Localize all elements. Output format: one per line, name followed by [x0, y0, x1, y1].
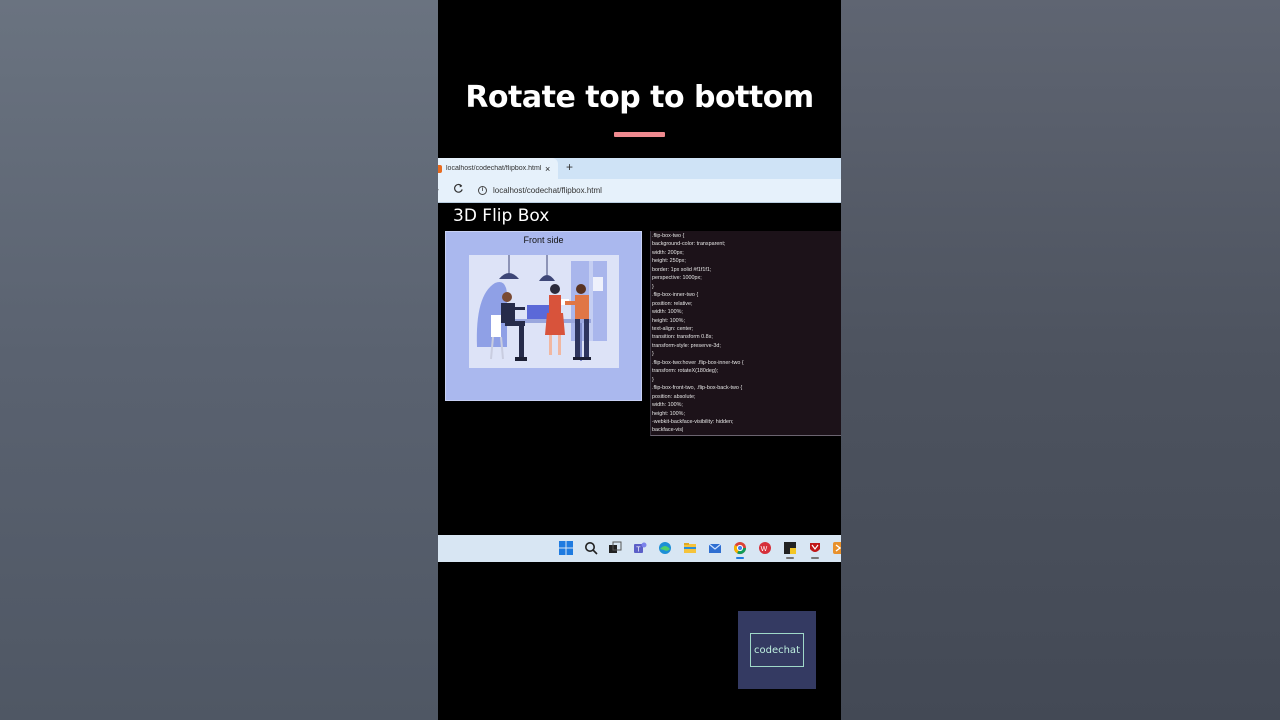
mcafee-icon[interactable]: [808, 541, 822, 559]
wps-office-icon[interactable]: W: [758, 541, 772, 555]
reload-icon[interactable]: [453, 183, 464, 197]
active-indicator: [736, 557, 744, 559]
close-tab-icon[interactable]: ×: [545, 164, 550, 174]
video-headline: Rotate top to bottom: [465, 80, 814, 115]
browser-toolbar: › i localhost/codechat/flipbox.html: [438, 179, 841, 203]
app-icon[interactable]: [832, 541, 841, 555]
browser-tab[interactable]: localhost/codechat/flipbox.html ×: [438, 158, 558, 179]
svg-text:T: T: [636, 547, 641, 554]
background-right: [841, 0, 1280, 720]
sticky-app-icon[interactable]: [783, 541, 797, 559]
office-meeting-illustration: [469, 255, 619, 368]
file-explorer-icon[interactable]: [683, 541, 697, 555]
front-side-label: Front side: [523, 235, 564, 245]
running-indicator: [811, 557, 819, 559]
running-indicator: [786, 557, 794, 559]
mail-icon[interactable]: [708, 541, 722, 555]
windows-start-icon[interactable]: [559, 541, 573, 555]
css-code-panel: .flip-box-two { background-color: transp…: [650, 231, 841, 436]
svg-text:W: W: [761, 546, 768, 553]
address-bar[interactable]: localhost/codechat/flipbox.html: [493, 186, 602, 195]
watermark-logo: codechat: [750, 633, 804, 667]
short-video-frame: Rotate top to bottom localhost/codechat/…: [438, 0, 841, 720]
page-title: 3D Flip Box: [453, 206, 550, 226]
windows-taskbar: T W: [438, 535, 841, 562]
task-view-icon[interactable]: [608, 541, 622, 555]
flip-box-front[interactable]: Front side: [445, 231, 642, 401]
site-info-icon[interactable]: i: [478, 186, 487, 195]
browser-tab-bar: localhost/codechat/flipbox.html × +: [438, 158, 841, 179]
codechat-watermark: codechat: [738, 611, 816, 689]
chrome-icon[interactable]: [733, 541, 747, 559]
teams-icon[interactable]: T: [633, 541, 647, 555]
css-code-text: .flip-box-two { background-color: transp…: [652, 233, 744, 434]
favicon-icon: [438, 164, 442, 173]
new-tab-icon[interactable]: +: [566, 160, 573, 174]
edge-icon[interactable]: [658, 541, 672, 555]
tab-title: localhost/codechat/flipbox.html: [446, 165, 541, 172]
headline-underline: [614, 132, 665, 137]
background-left: [0, 0, 438, 720]
forward-icon[interactable]: ›: [438, 184, 439, 194]
search-icon[interactable]: [584, 541, 598, 555]
